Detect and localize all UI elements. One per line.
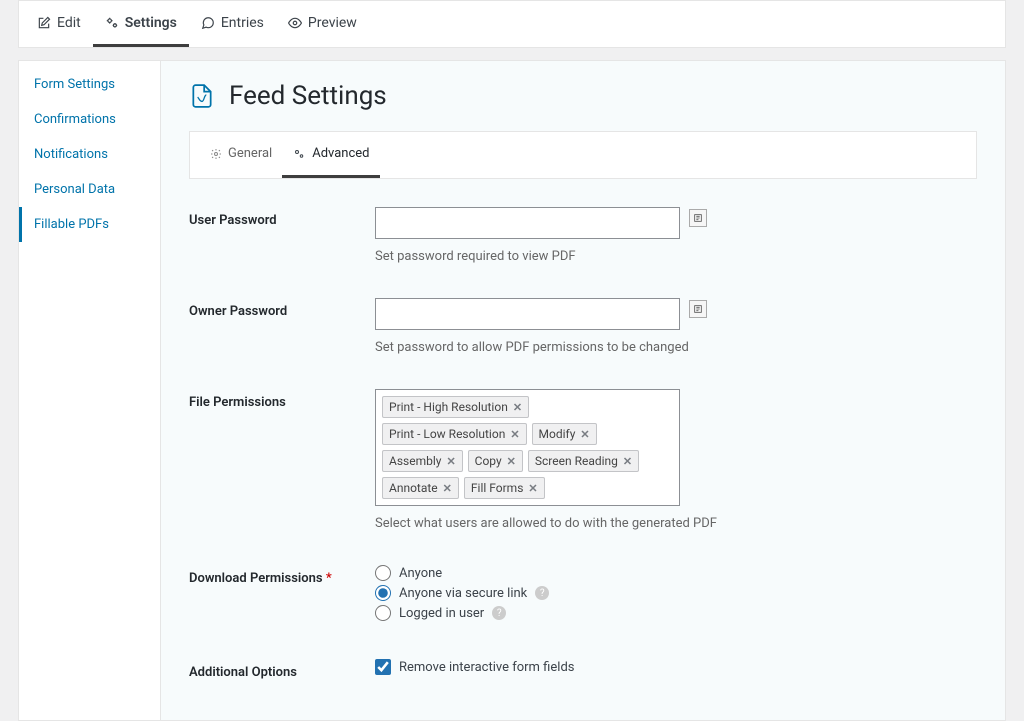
- tab-entries[interactable]: Entries: [189, 1, 276, 47]
- permission-tag[interactable]: Copy✕: [468, 450, 523, 472]
- remove-tag-icon[interactable]: ✕: [513, 401, 522, 414]
- radio-logged-in[interactable]: [375, 605, 391, 621]
- help-owner-password: Set password to allow PDF permissions to…: [375, 340, 977, 355]
- help-icon[interactable]: ?: [492, 606, 506, 620]
- permission-tag[interactable]: Modify✕: [532, 423, 597, 445]
- radio-anyone[interactable]: [375, 565, 391, 581]
- row-additional-options: Additional Options Remove interactive fo…: [189, 659, 977, 680]
- row-user-password: User Password Set password required to v…: [189, 207, 977, 264]
- remove-tag-icon[interactable]: ✕: [623, 455, 632, 468]
- tab-settings[interactable]: Settings: [93, 1, 189, 47]
- remove-tag-icon[interactable]: ✕: [507, 455, 516, 468]
- permission-tag[interactable]: Screen Reading✕: [528, 450, 639, 472]
- remove-tag-icon[interactable]: ✕: [580, 428, 589, 441]
- sub-tab-general-label: General: [228, 146, 272, 161]
- checkbox-remove-fields-label: Remove interactive form fields: [399, 660, 574, 675]
- tab-entries-label: Entries: [221, 15, 264, 31]
- sidebar-item-form-settings[interactable]: Form Settings: [19, 67, 160, 102]
- required-mark: *: [326, 571, 332, 586]
- permission-tag[interactable]: Print - Low Resolution✕: [382, 423, 527, 445]
- remove-tag-icon[interactable]: ✕: [510, 428, 519, 441]
- user-password-input[interactable]: [375, 207, 680, 239]
- label-additional-options: Additional Options: [189, 659, 375, 680]
- label-user-password: User Password: [189, 207, 375, 228]
- merge-tag-button[interactable]: [689, 300, 707, 318]
- merge-tag-button[interactable]: [689, 209, 707, 227]
- sub-tab-general[interactable]: General: [200, 132, 282, 178]
- radio-secure-label: Anyone via secure link: [399, 586, 527, 601]
- tab-edit[interactable]: Edit: [25, 1, 93, 47]
- row-file-permissions: File Permissions Print - High Resolution…: [189, 389, 977, 531]
- sidebar-item-fillable-pdfs[interactable]: Fillable PDFs: [19, 207, 160, 242]
- remove-tag-icon[interactable]: ✕: [528, 482, 537, 495]
- tab-preview[interactable]: Preview: [276, 1, 369, 47]
- pdf-icon: [189, 83, 215, 109]
- radio-logged-in-label: Logged in user: [399, 606, 484, 621]
- permission-tag[interactable]: Print - High Resolution✕: [382, 396, 529, 418]
- permission-tag[interactable]: Fill Forms✕: [464, 477, 545, 499]
- help-user-password: Set password required to view PDF: [375, 249, 977, 264]
- page-title: Feed Settings: [229, 81, 387, 111]
- label-file-permissions: File Permissions: [189, 389, 375, 410]
- gear-icon: [210, 148, 222, 160]
- tab-edit-label: Edit: [57, 15, 81, 31]
- sub-tab-advanced-label: Advanced: [312, 146, 369, 161]
- tab-preview-label: Preview: [308, 15, 357, 31]
- label-download-permissions: Download Permissions *: [189, 565, 375, 586]
- file-permissions-select[interactable]: Print - High Resolution✕ Print - Low Res…: [375, 389, 680, 506]
- sidebar-item-confirmations[interactable]: Confirmations: [19, 102, 160, 137]
- radio-secure-link[interactable]: [375, 585, 391, 601]
- permission-tag[interactable]: Assembly✕: [382, 450, 463, 472]
- cogs-icon: [105, 16, 119, 30]
- main-panel: Feed Settings General Advanced: [160, 60, 1006, 721]
- checkbox-remove-fields[interactable]: [375, 659, 391, 675]
- permission-tag[interactable]: Annotate✕: [382, 477, 459, 499]
- edit-icon: [37, 16, 51, 30]
- chat-icon: [201, 16, 215, 30]
- cogs-icon: [292, 148, 306, 160]
- tab-settings-label: Settings: [125, 15, 177, 31]
- help-icon[interactable]: ?: [535, 586, 549, 600]
- sub-tab-advanced[interactable]: Advanced: [282, 132, 379, 178]
- label-owner-password: Owner Password: [189, 298, 375, 319]
- sidebar-item-notifications[interactable]: Notifications: [19, 137, 160, 172]
- radio-anyone-label: Anyone: [399, 566, 442, 581]
- sidebar: Form Settings Confirmations Notification…: [18, 60, 160, 721]
- sidebar-item-personal-data[interactable]: Personal Data: [19, 172, 160, 207]
- help-file-permissions: Select what users are allowed to do with…: [375, 516, 977, 531]
- owner-password-input[interactable]: [375, 298, 680, 330]
- row-owner-password: Owner Password Set password to allow PDF…: [189, 298, 977, 355]
- eye-icon: [288, 16, 302, 30]
- remove-tag-icon[interactable]: ✕: [446, 455, 455, 468]
- row-download-permissions: Download Permissions * Anyone Anyone via…: [189, 565, 977, 625]
- sub-tabs: General Advanced: [189, 131, 977, 179]
- top-tabs: Edit Settings Entries Preview: [18, 0, 1006, 48]
- remove-tag-icon[interactable]: ✕: [443, 482, 452, 495]
